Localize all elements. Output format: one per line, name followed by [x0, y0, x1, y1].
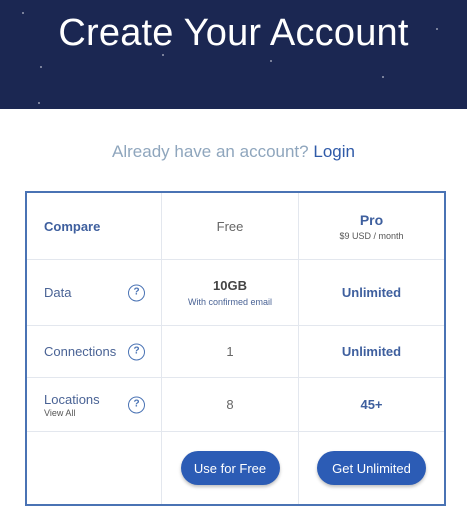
- hero-banner: Create Your Account: [0, 0, 467, 109]
- free-data-value: 10GB: [213, 278, 247, 293]
- free-button-cell: Use for Free: [162, 432, 299, 504]
- free-connections-value: 1: [226, 344, 234, 359]
- page-title: Create Your Account: [58, 12, 409, 54]
- help-icon[interactable]: ?: [128, 396, 145, 413]
- star-decoration: [382, 76, 384, 78]
- get-unlimited-button[interactable]: Get Unlimited: [317, 451, 426, 485]
- free-plan-header: Free: [162, 193, 299, 260]
- pro-data-value: Unlimited: [341, 285, 402, 300]
- star-decoration: [40, 66, 42, 68]
- locations-label-group: Locations View All: [44, 392, 100, 418]
- pro-connections-value: Unlimited: [341, 344, 402, 359]
- star-decoration: [38, 102, 40, 104]
- pro-button-cell: Get Unlimited: [299, 432, 444, 504]
- free-plan-name: Free: [216, 218, 244, 234]
- help-icon[interactable]: ?: [128, 284, 145, 301]
- login-prompt-text: Already have an account?: [112, 142, 309, 161]
- plan-comparison-table: Compare Free Pro $9 USD / month Data ? 1…: [25, 191, 446, 506]
- feature-label: Connections: [44, 344, 117, 359]
- star-decoration: [270, 60, 272, 62]
- free-locations-cell: 8: [162, 378, 299, 432]
- pro-plan-price: $9 USD / month: [339, 230, 404, 241]
- pro-plan-header: Pro $9 USD / month: [299, 193, 444, 260]
- empty-cell: [27, 432, 162, 504]
- feature-label: Locations: [44, 391, 100, 407]
- pro-plan-name: Pro: [359, 211, 384, 228]
- compare-heading: Compare: [44, 218, 101, 234]
- login-link[interactable]: Login: [313, 142, 355, 161]
- free-data-cell: 10GB With confirmed email: [162, 260, 299, 326]
- free-data-note: With confirmed email: [187, 297, 273, 307]
- free-connections-cell: 1: [162, 326, 299, 378]
- row-label-data: Data ?: [27, 260, 162, 326]
- free-locations-value: 8: [226, 397, 234, 412]
- pro-connections-cell: Unlimited: [299, 326, 444, 378]
- row-label-locations: Locations View All ?: [27, 378, 162, 432]
- login-prompt: Already have an account? Login: [0, 142, 467, 162]
- compare-header-cell: Compare: [27, 193, 162, 260]
- row-label-connections: Connections ?: [27, 326, 162, 378]
- use-for-free-button[interactable]: Use for Free: [180, 451, 280, 485]
- pro-locations-value: 45+: [360, 397, 383, 412]
- pro-data-cell: Unlimited: [299, 260, 444, 326]
- feature-label: Data: [44, 285, 72, 300]
- view-all-link[interactable]: View All: [44, 408, 100, 418]
- help-icon[interactable]: ?: [128, 343, 145, 360]
- pro-locations-cell: 45+: [299, 378, 444, 432]
